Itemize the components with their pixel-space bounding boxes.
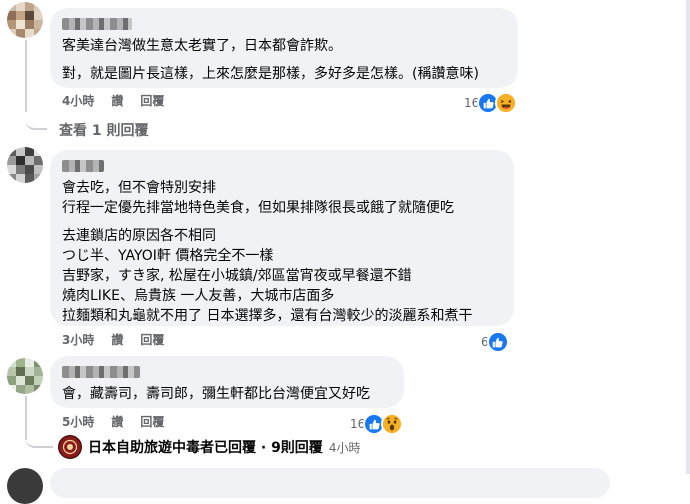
timestamp[interactable]: 5小時 — [62, 414, 94, 430]
avatar[interactable] — [7, 468, 43, 504]
reply-summary-text[interactable]: 日本自助旅遊中毒者已回覆 · 9則回覆 — [88, 437, 323, 457]
comment-text: 去連鎖店的原因各不相同 — [62, 228, 216, 244]
avatar[interactable] — [7, 358, 43, 394]
reaction-summary[interactable]: 16 — [464, 92, 518, 114]
thread-connector — [25, 110, 47, 130]
comment-actions: 3小時 讚 回覆 — [62, 332, 164, 348]
avatar[interactable] — [7, 2, 43, 38]
reaction-summary[interactable]: 6 — [481, 331, 509, 353]
scrollbar[interactable] — [686, 0, 690, 474]
thread-connector — [25, 430, 53, 448]
comment-bubble: 會去吃，但不會特別安排 行程一定優先排當地特色美食，但如果排隊很長或餓了就隨便吃… — [50, 150, 514, 326]
reply-summary[interactable]: 日本自助旅遊中毒者已回覆 · 9則回覆 4小時 — [58, 435, 360, 459]
comment-text: 拉麵類和丸龜就不用了 日本選擇多，還有台灣較少的淡麗系和煮干 — [62, 308, 473, 324]
view-replies-link[interactable]: 查看 1 則回覆 — [59, 120, 149, 140]
reply-button[interactable]: 回覆 — [140, 332, 164, 348]
wow-reaction-icon — [381, 413, 404, 435]
comment-text: 行程一定優先排當地特色美食，但如果排隊很長或餓了就隨便吃 — [62, 200, 454, 216]
comment-text: 會，藏壽司，壽司郎，彌生軒都比台灣便宜又好吃 — [62, 386, 370, 402]
comment-bubble: 客美達台灣做生意太老實了，日本都會詐欺。 對，就是圖片長這樣，上來怎麼是那樣，多… — [50, 8, 518, 88]
comment-text: 會去吃，但不會特別安排 — [62, 180, 216, 196]
comment-text: 吉野家，すき家, 松屋在小城鎮/郊區當宵夜或早餐還不錯 — [62, 268, 412, 284]
reply-button[interactable]: 回覆 — [140, 414, 164, 430]
timestamp[interactable]: 4小時 — [62, 93, 94, 109]
reply-button[interactable]: 回覆 — [140, 93, 164, 109]
reply-summary-time: 4小時 — [328, 440, 361, 455]
author-name[interactable] — [62, 18, 132, 30]
comment-bubble: 會，藏壽司，壽司郎，彌生軒都比台灣便宜又好吃 — [50, 356, 404, 408]
thread-connector — [25, 40, 27, 112]
comment-text: 燒肉LIKE、烏貴族 一人友善，大城市店面多 — [62, 288, 335, 304]
comment-text: 對，就是圖片長這樣，上來怎麼是那樣，多好多是怎樣。(稱讚意味) — [62, 66, 479, 82]
author-name[interactable] — [62, 366, 140, 378]
like-button[interactable]: 讚 — [111, 414, 123, 430]
comment-actions: 5小時 讚 回覆 — [62, 414, 164, 430]
avatar[interactable] — [7, 147, 43, 183]
comment-bubble — [50, 468, 610, 498]
like-reaction-icon — [486, 331, 509, 353]
author-name[interactable] — [62, 160, 104, 172]
comment-text: 客美達台灣做生意太老實了，日本都會詐欺。 — [62, 38, 342, 54]
haha-reaction-icon — [495, 92, 518, 114]
comment-actions: 4小時 讚 回覆 — [62, 93, 164, 109]
timestamp[interactable]: 3小時 — [62, 332, 94, 348]
reaction-summary[interactable]: 16 — [350, 413, 404, 435]
like-button[interactable]: 讚 — [111, 93, 123, 109]
replier-avatar[interactable] — [58, 435, 82, 459]
comment-text: つじ半、YAYOI軒 價格完全不一樣 — [62, 248, 274, 264]
like-button[interactable]: 讚 — [111, 332, 123, 348]
